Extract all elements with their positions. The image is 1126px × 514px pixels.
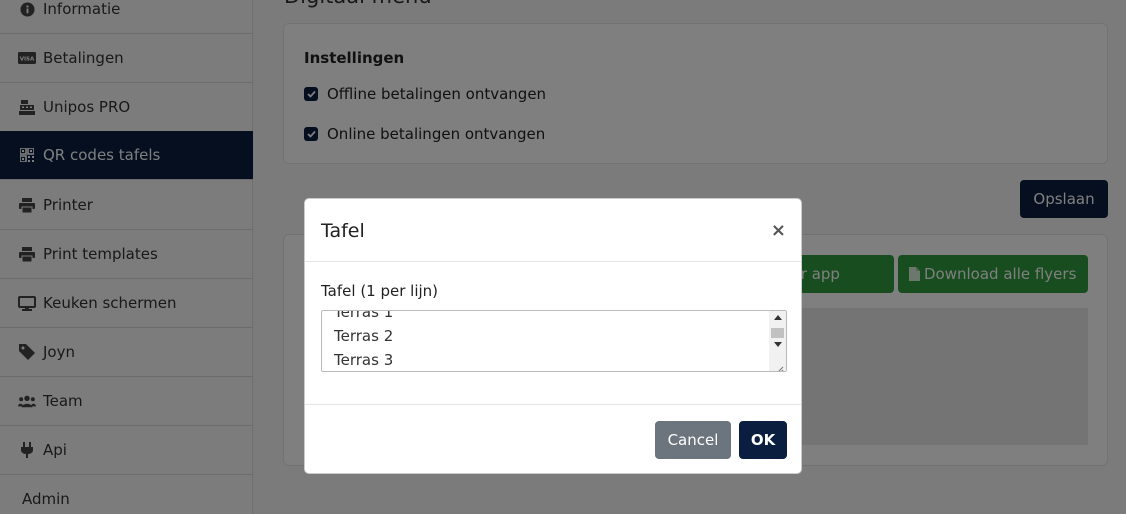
scroll-down-arrow-icon[interactable] [774, 342, 782, 347]
modal-footer: Cancel OK [305, 404, 801, 474]
textarea-line: Terras 3 [334, 351, 394, 369]
tafel-field-label: Tafel (1 per lijn) [321, 282, 439, 300]
modal-header: Tafel × [305, 199, 801, 262]
scroll-up-arrow-icon[interactable] [774, 315, 782, 320]
ok-button[interactable]: OK [739, 421, 787, 459]
tafel-textarea[interactable]: Terras 1 Terras 2 Terras 3 [321, 310, 787, 372]
textarea-line: Terras 2 [334, 327, 394, 345]
tafel-modal: Tafel × Tafel (1 per lijn) Terras 1 Terr… [304, 198, 802, 474]
textarea-scrollbar[interactable] [769, 311, 786, 371]
close-icon[interactable]: × [771, 220, 786, 241]
modal-title: Tafel [321, 220, 365, 242]
cancel-button[interactable]: Cancel [655, 421, 731, 459]
textarea-line: Terras 1 [334, 310, 394, 321]
scroll-thumb[interactable] [771, 328, 784, 338]
resize-handle-icon[interactable] [774, 359, 784, 371]
